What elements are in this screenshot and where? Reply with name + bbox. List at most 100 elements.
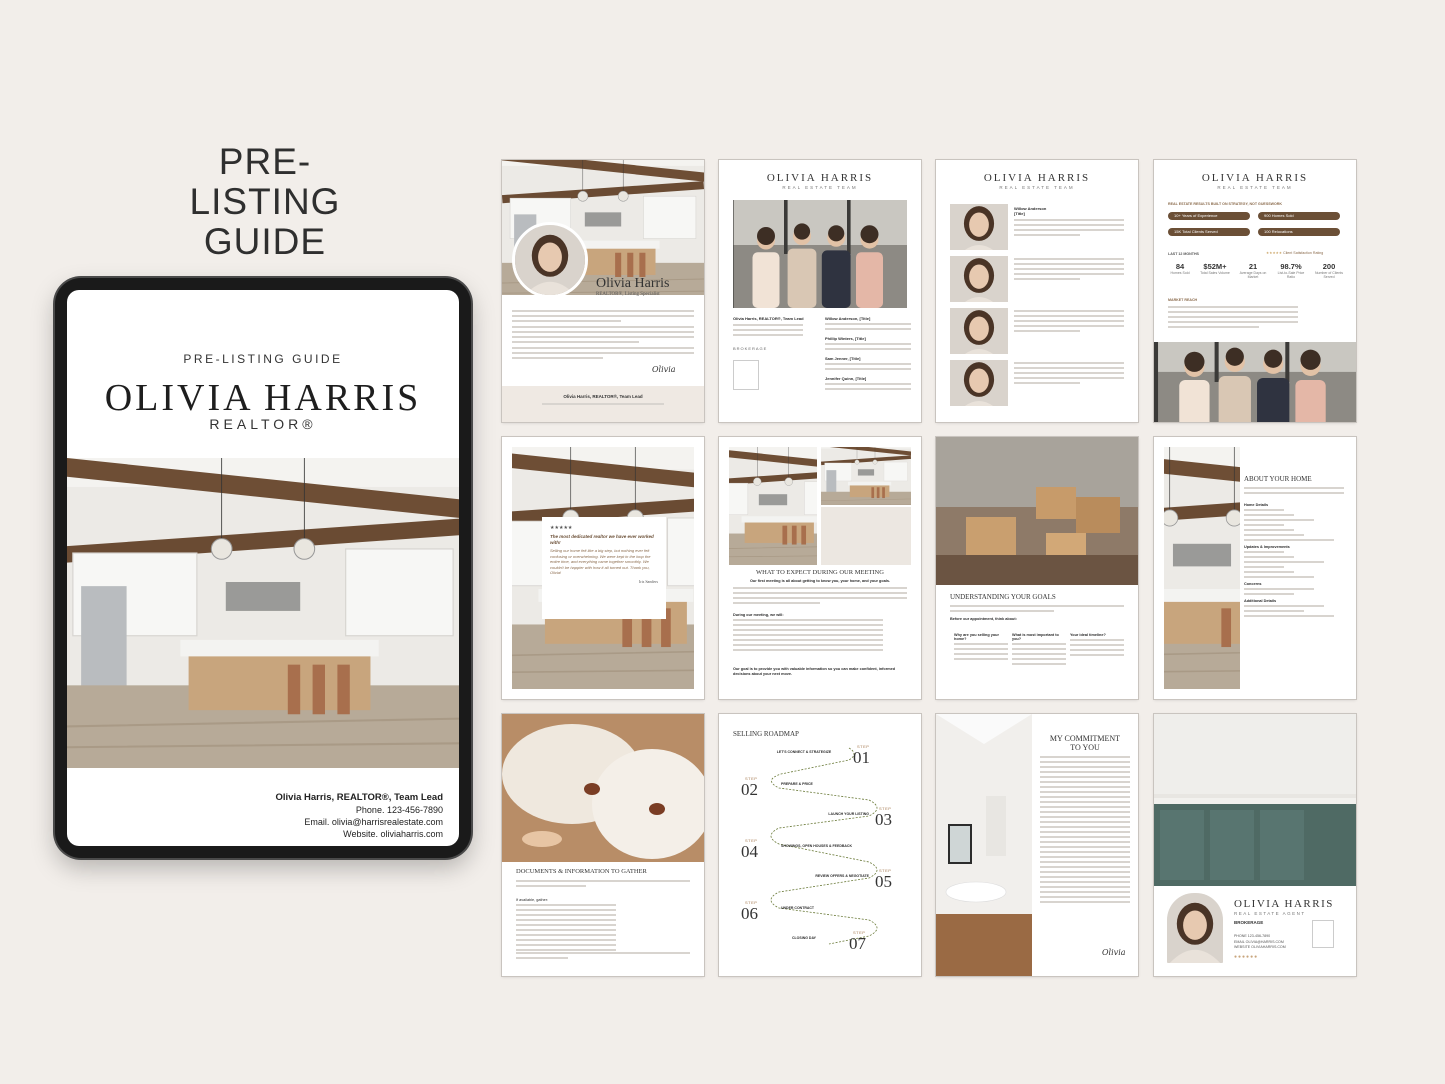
testimonial-quote: Selling our home felt like a big step, b… xyxy=(550,548,651,575)
page-documents[interactable]: DOCUMENTS & INFORMATION TO GATHER If ava… xyxy=(502,714,704,976)
page-testimonial[interactable]: ★★★★★ The most dedicated realtor we have… xyxy=(502,437,704,699)
tablet-screen: PRE-LISTING GUIDE OLIVIA HARRIS REALTOR®… xyxy=(67,290,459,846)
roadmap-label-5: REVIEW OFFERS & NEGOTIATE xyxy=(815,874,869,878)
coffee-cups-illustration xyxy=(502,714,704,862)
about-intro xyxy=(1244,487,1344,497)
documents-intro xyxy=(516,880,690,890)
goals-body xyxy=(950,605,1124,615)
roadmap-step-1: 01 xyxy=(853,748,870,767)
tablet-name: OLIVIA HARRIS xyxy=(104,377,422,419)
documents-heading: DOCUMENTS & INFORMATION TO GATHER xyxy=(516,868,647,875)
roadmap-step-6: 06 xyxy=(741,904,758,923)
commitment-heading-2: TO YOU xyxy=(1070,743,1100,752)
results-group-photo xyxy=(1154,342,1356,422)
member-photo-3 xyxy=(950,308,1008,354)
page-roadmap[interactable]: SELLING ROADMAP STEP 01 LET'S CONNECT & … xyxy=(719,714,921,976)
about-heading: ABOUT YOUR HOME xyxy=(1244,475,1312,483)
results-pill-1: 10+ Years of Experience xyxy=(1168,212,1250,220)
back-kitchen-photo xyxy=(1154,714,1356,886)
team-member-3: Sam Jenner, [Title] xyxy=(825,356,861,361)
team-logo xyxy=(733,360,759,390)
member-bio-2 xyxy=(1014,258,1124,283)
roadmap-label-3: LAUNCH YOUR LISTING xyxy=(828,812,869,816)
green-kitchen-illustration xyxy=(1154,714,1356,886)
roadmap-step-2: 02 xyxy=(741,780,758,799)
team-group-photo xyxy=(733,200,907,308)
tablet-kicker: PRE-LISTING GUIDE xyxy=(183,352,343,366)
about-updates: Updates & Improvements xyxy=(1244,545,1290,549)
results-brand: OLIVIA HARRIS xyxy=(1201,172,1309,184)
goals-col-2: What is most important to you? xyxy=(1012,633,1066,668)
results-pill-4: 100 Relocations xyxy=(1258,228,1340,236)
goals-q2: What is most important to you? xyxy=(1012,633,1059,641)
stat-homes-sold-value: 84 xyxy=(1175,262,1185,271)
stat-days-market: 21 Average Days on Market xyxy=(1236,262,1270,279)
stat-days-market-label: Average Days on Market xyxy=(1239,271,1267,279)
back-brokerage: BROKERAGE xyxy=(1234,920,1264,925)
team-brand-sub: REAL ESTATE TEAM xyxy=(782,185,858,190)
hero-title-line2: GUIDE xyxy=(203,221,327,262)
goals-heading: UNDERSTANDING YOUR GOALS xyxy=(950,593,1056,601)
expect-photo-3 xyxy=(821,507,911,565)
page-goals[interactable]: UNDERSTANDING YOUR GOALS Before our appo… xyxy=(936,437,1138,699)
back-brand-sub: REAL ESTATE AGENT xyxy=(1234,911,1306,916)
goals-q3: Your ideal timeline? xyxy=(1070,633,1106,637)
tablet-contact-line4: Website. oliviaharris.com xyxy=(343,829,443,839)
tablet-contact-line2: Phone. 123-456-7890 xyxy=(355,805,443,815)
tablet-contact-line3: Email. olivia@harrisrealestate.com xyxy=(304,817,443,827)
members-brand-sub: REAL ESTATE TEAM xyxy=(999,185,1075,190)
expect-heading: WHAT TO EXPECT DURING OUR MEETING xyxy=(756,569,884,576)
expect-goal: Our goal is to provide you with valuable… xyxy=(733,667,896,676)
expect-photo-1 xyxy=(729,447,817,565)
tablet-kitchen-photo xyxy=(67,458,459,768)
member-photo-2 xyxy=(950,256,1008,302)
results-pill-3: 15K Total Clients Served xyxy=(1168,228,1250,236)
stat-sales-volume-label: Total Sales Volume xyxy=(1200,271,1230,275)
page-commitment[interactable]: MY COMMITMENT TO YOU Olivia xyxy=(936,714,1138,976)
testimonial-stars: ★★★★★ xyxy=(550,525,573,531)
moving-boxes-illustration xyxy=(936,437,1138,585)
page-expect[interactable]: WHAT TO EXPECT DURING OUR MEETING Our fi… xyxy=(719,437,921,699)
member-title: [Title] xyxy=(1014,211,1025,216)
results-rating-label: Client Satisfaction Rating xyxy=(1283,251,1324,255)
cover-name: Olivia Harris xyxy=(596,276,670,291)
stat-clients-label: Number of Clients Served xyxy=(1314,271,1343,279)
commitment-bathroom-photo xyxy=(936,714,1032,976)
roadmap-label-6: UNDER CONTRACT xyxy=(781,906,815,910)
cover-footer: Olivia Harris, REALTOR®, Team Lead xyxy=(502,386,704,422)
page-members[interactable]: OLIVIA HARRIS REAL ESTATE TEAM Willow An… xyxy=(936,160,1138,422)
roadmap-label-7: CLOSING DAY xyxy=(792,936,816,940)
page-results[interactable]: OLIVIA HARRIS REAL ESTATE TEAM REAL ESTA… xyxy=(1154,160,1356,422)
team-member-1: Willow Anderson, [Title] xyxy=(825,316,871,321)
results-rating: ★★★★★ Client Satisfaction Rating xyxy=(1266,251,1324,255)
back-social-icons: ●●●●●● xyxy=(1234,954,1259,960)
members-brand: OLIVIA HARRIS xyxy=(983,172,1091,184)
roadmap-step-5: 05 xyxy=(875,872,892,891)
back-brand: OLIVIA HARRIS xyxy=(1234,898,1334,910)
member-photo-4 xyxy=(950,360,1008,406)
team-member-2: Phillip Winters, [Title] xyxy=(825,336,866,341)
about-additional: Additional Details xyxy=(1244,599,1277,603)
stat-price-ratio-value: 98.7% xyxy=(1280,262,1302,271)
goals-q1: Why are you selling your home? xyxy=(954,633,999,641)
about-lists: Home Details Updates & Improvements Conc… xyxy=(1244,503,1344,620)
stat-days-market-value: 21 xyxy=(1248,262,1258,271)
cover-signature: Olivia xyxy=(652,365,676,374)
results-pill-2: 900 Homes Sold xyxy=(1258,212,1340,220)
stat-price-ratio-label: List-to-Sale Price Ratio xyxy=(1277,271,1305,279)
stat-sales-volume: $52M+ Total Sales Volume xyxy=(1198,262,1232,275)
member-photo-1 xyxy=(950,204,1008,250)
testimonial-author: Iris Sanders xyxy=(639,578,658,584)
page-team[interactable]: OLIVIA HARRIS REAL ESTATE TEAM Olivia Ha… xyxy=(719,160,921,422)
page-cover[interactable]: Olivia Harris REALTOR®, Listing Speciali… xyxy=(502,160,704,422)
page-about-home[interactable]: ABOUT YOUR HOME Home Details Updates & I… xyxy=(1154,437,1356,699)
commitment-body xyxy=(1040,756,1130,906)
page-back-cover[interactable]: OLIVIA HARRIS REAL ESTATE AGENT BROKERAG… xyxy=(1154,714,1356,976)
expect-body xyxy=(733,587,907,607)
stat-sales-volume-value: $52M+ xyxy=(1203,262,1227,271)
team-lead: Olivia Harris, REALTOR®, Team Lead xyxy=(733,316,804,321)
documents-photo xyxy=(502,714,704,862)
about-concerns: Concerns xyxy=(1244,582,1262,586)
cover-subtitle: REALTOR®, Listing Specialist xyxy=(596,292,660,297)
results-last12: LAST 12 MONTHS xyxy=(1168,252,1199,256)
